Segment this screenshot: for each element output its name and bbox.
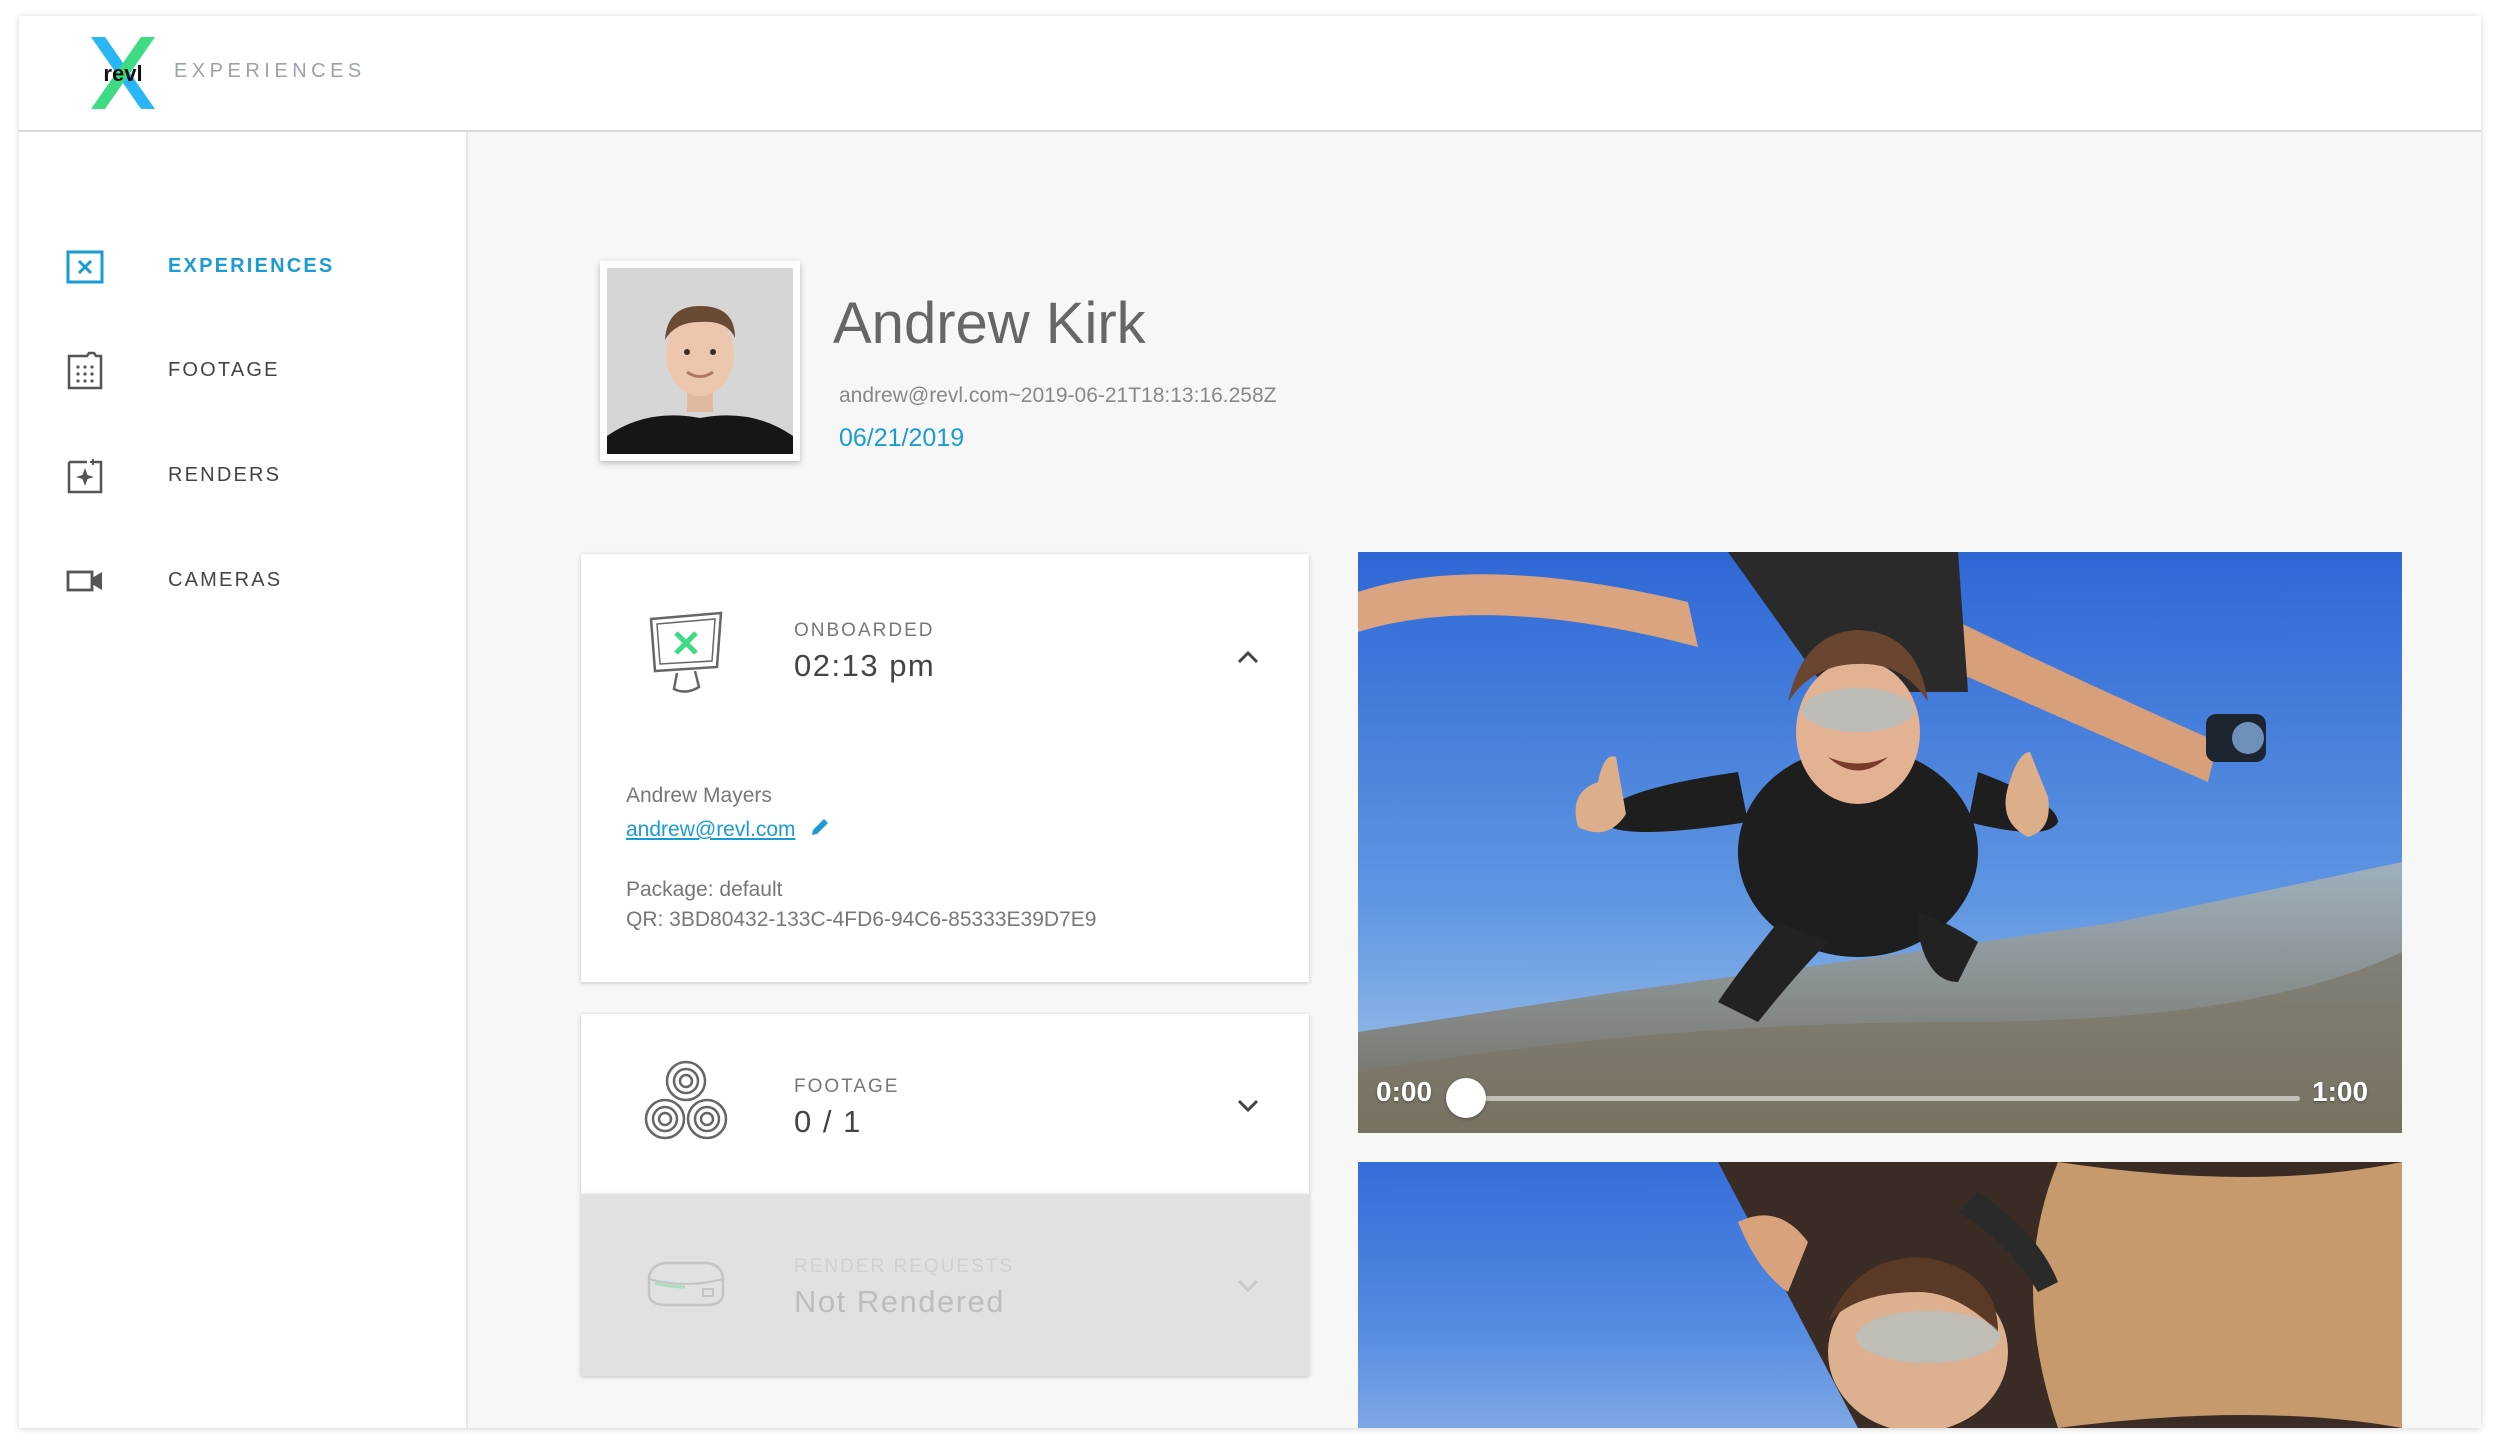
video-current-time: 0:00 bbox=[1376, 1076, 1433, 1107]
footage-cameras-icon bbox=[644, 1060, 728, 1140]
person-name: Andrew Kirk bbox=[833, 291, 1146, 356]
header-title: EXPERIENCES bbox=[174, 60, 366, 82]
chevron-down-icon bbox=[1237, 1279, 1259, 1293]
main-content: Andrew Kirk andrew@revl.com~2019-06-21T1… bbox=[468, 132, 2481, 1428]
renders-icon bbox=[67, 459, 103, 494]
qr-text: QR: 3BD80432-133C-4FD6-94C6-85333E39D7E9 bbox=[626, 908, 1097, 931]
kiosk-icon bbox=[649, 611, 723, 693]
video-scrubber-track[interactable] bbox=[1476, 1096, 2300, 1101]
sidebar-item-label: FOOTAGE bbox=[168, 359, 280, 381]
avatar-frame bbox=[600, 261, 800, 461]
chevron-down-icon[interactable] bbox=[1233, 1090, 1263, 1120]
onboarded-card: ONBOARDED 02:13 pm Andrew Mayers andrew@… bbox=[581, 554, 1309, 982]
sidebar-item-label: CAMERAS bbox=[168, 569, 283, 591]
edit-icon[interactable] bbox=[809, 816, 831, 838]
footage-card[interactable]: FOOTAGE 0 / 1 bbox=[581, 1014, 1309, 1194]
experience-id: andrew@revl.com~2019-06-21T18:13:16.258Z bbox=[839, 384, 1277, 407]
footage-icon bbox=[67, 351, 103, 390]
render-status: Not Rendered bbox=[794, 1284, 1006, 1319]
skydive-video-frame-2 bbox=[1358, 1162, 2402, 1428]
logo-text: revl bbox=[103, 61, 142, 86]
render-box-icon bbox=[647, 1261, 725, 1307]
render-requests-label: RENDER REQUESTS bbox=[794, 1256, 1015, 1277]
chevron-up-icon[interactable] bbox=[1233, 642, 1263, 672]
email-row: andrew@revl.com bbox=[626, 816, 831, 842]
skydive-video-frame bbox=[1358, 552, 2402, 1133]
onboarded-label: ONBOARDED bbox=[794, 620, 935, 641]
email-link[interactable]: andrew@revl.com bbox=[626, 818, 796, 841]
contact-name: Andrew Mayers bbox=[626, 784, 772, 807]
footage-count: 0 / 1 bbox=[794, 1104, 862, 1139]
revl-logo[interactable]: revl bbox=[83, 33, 163, 113]
sidebar-item-footage[interactable]: FOOTAGE bbox=[19, 339, 468, 399]
sidebar-item-cameras[interactable]: CAMERAS bbox=[19, 549, 468, 609]
footage-label: FOOTAGE bbox=[794, 1076, 900, 1097]
onboarded-time: 02:13 pm bbox=[794, 648, 936, 683]
video-scrubber-handle[interactable] bbox=[1446, 1078, 1486, 1118]
experience-date: 06/21/2019 bbox=[839, 424, 965, 452]
sidebar-item-renders[interactable]: RENDERS bbox=[19, 444, 468, 504]
top-bar: revl EXPERIENCES bbox=[19, 16, 2481, 132]
avatar bbox=[607, 268, 793, 454]
video-duration: 1:00 bbox=[2312, 1076, 2369, 1107]
sidebar-item-label: RENDERS bbox=[168, 464, 282, 486]
camera-icon bbox=[66, 570, 102, 592]
app-window: revl EXPERIENCES EXPERIENCES FOOTAGE REN… bbox=[19, 16, 2481, 1428]
sidebar: EXPERIENCES FOOTAGE RENDERS CAMERAS bbox=[19, 132, 468, 1428]
package-text: Package: default bbox=[626, 878, 783, 901]
video-player-2[interactable] bbox=[1358, 1162, 2402, 1428]
experiences-icon bbox=[66, 250, 104, 284]
sidebar-item-experiences[interactable]: EXPERIENCES bbox=[19, 235, 468, 295]
video-player[interactable]: 0:00 1:00 bbox=[1358, 552, 2402, 1133]
render-requests-card: RENDER REQUESTS Not Rendered bbox=[581, 1194, 1309, 1376]
sidebar-item-label: EXPERIENCES bbox=[168, 255, 335, 277]
